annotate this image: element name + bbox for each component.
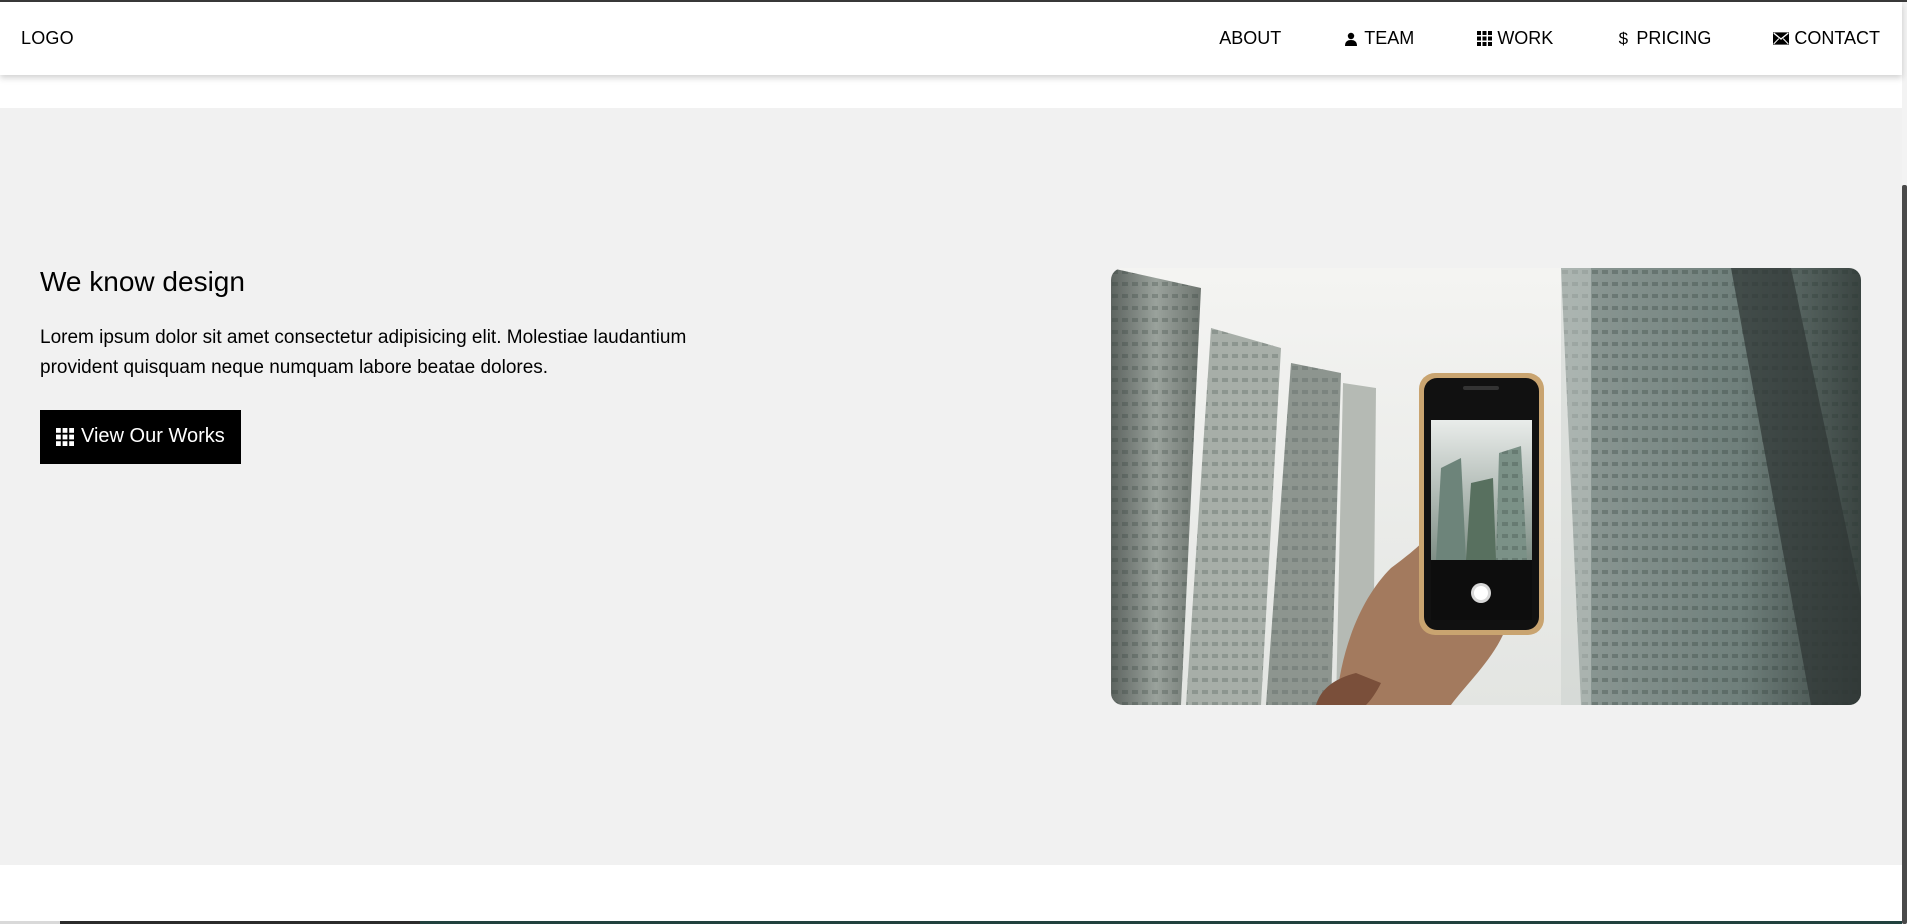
nav-link-about[interactable]: ABOUT [1219, 28, 1281, 49]
logo[interactable]: LOGO [21, 28, 74, 49]
grid-icon [56, 427, 74, 446]
grid-icon [1476, 31, 1492, 47]
user-icon [1343, 31, 1359, 47]
nav-link-pricing[interactable]: $ PRICING [1615, 28, 1712, 49]
nav-links: ABOUT TEAM WORK $ PRICING CONTACT [1219, 28, 1880, 49]
navbar: LOGO ABOUT TEAM WORK $ PRICING CONTACT [0, 2, 1902, 75]
nav-link-work-label: WORK [1497, 28, 1554, 48]
nav-link-contact-label: CONTACT [1794, 28, 1880, 48]
view-our-works-label: View Our Works [81, 425, 225, 448]
nav-link-work[interactable]: WORK [1476, 28, 1553, 49]
nav-link-contact[interactable]: CONTACT [1773, 28, 1880, 49]
hero-description: Lorem ipsum dolor sit amet consectetur a… [40, 326, 687, 378]
hero-image [1111, 268, 1861, 705]
hero-section: We know design Lorem ipsum dolor sit ame… [0, 108, 1902, 865]
nav-link-team-label: TEAM [1364, 28, 1415, 48]
scrollbar-thumb[interactable] [1902, 185, 1907, 924]
hero-text: We know design Lorem ipsum dolor sit ame… [40, 265, 740, 464]
hero-title: We know design [40, 266, 245, 297]
dollar-icon: $ [1618, 28, 1629, 48]
nav-link-team[interactable]: TEAM [1343, 28, 1414, 49]
nav-link-pricing-label: PRICING [1636, 28, 1712, 48]
view-our-works-button[interactable]: View Our Works [40, 409, 241, 464]
envelope-icon [1773, 31, 1790, 47]
nav-link-about-label: ABOUT [1219, 28, 1282, 48]
